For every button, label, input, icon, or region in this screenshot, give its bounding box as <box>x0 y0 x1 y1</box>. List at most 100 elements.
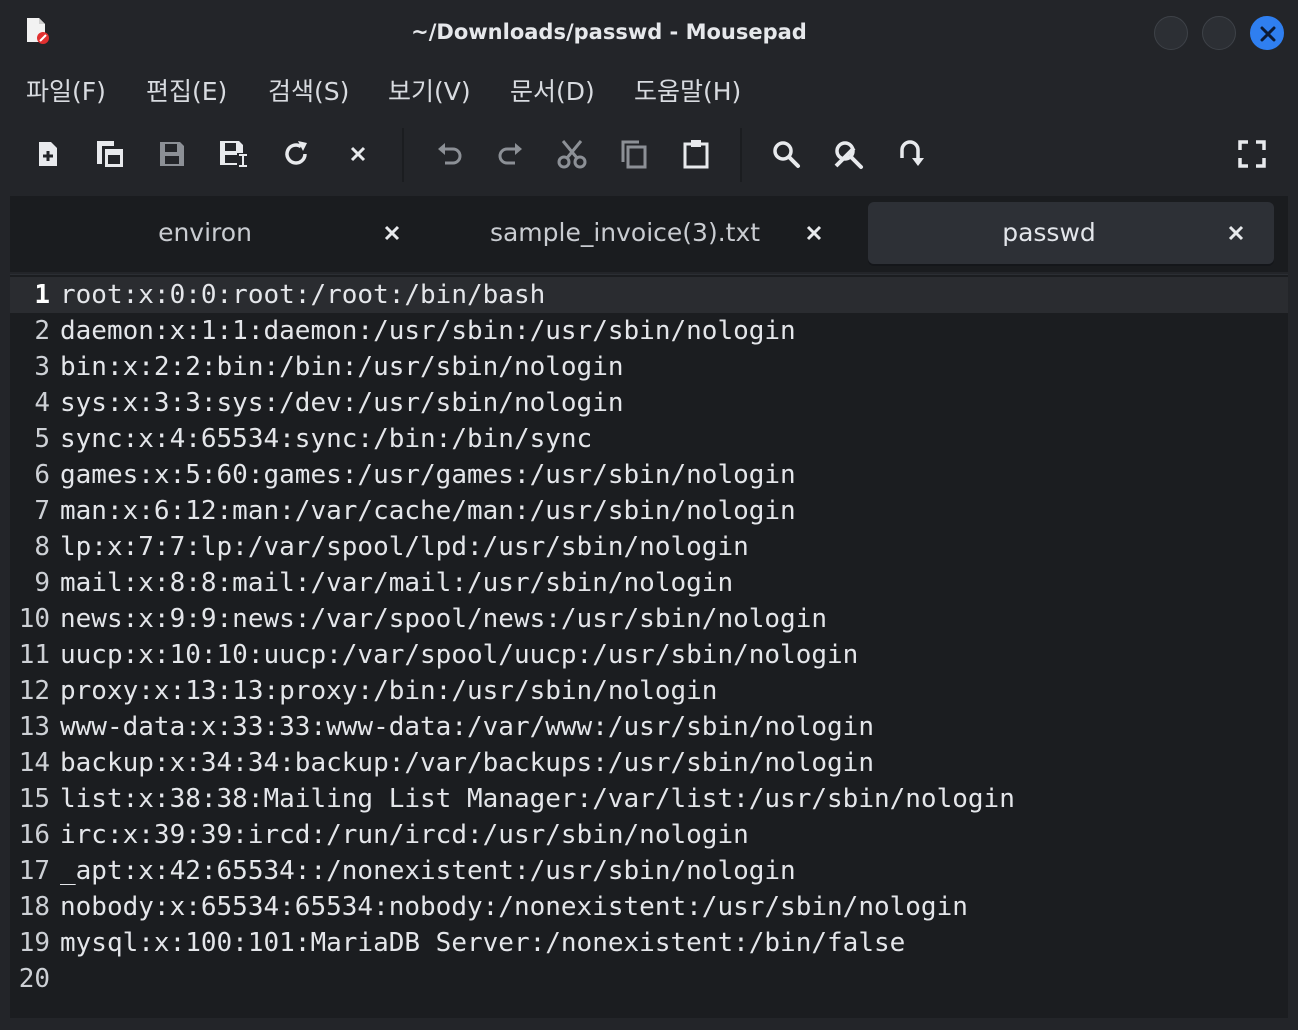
line-number: 10 <box>18 604 50 634</box>
redo-button[interactable] <box>492 136 528 172</box>
go-to-line-button[interactable] <box>892 136 928 172</box>
line-number: 18 <box>18 892 50 922</box>
tab-close-icon[interactable] <box>804 223 824 243</box>
new-document-button[interactable] <box>30 136 66 172</box>
new-window-button[interactable] <box>92 136 128 172</box>
line-number: 15 <box>18 784 50 814</box>
copy-button[interactable] <box>616 136 652 172</box>
redo-icon <box>498 143 522 165</box>
reload-icon <box>285 141 307 165</box>
editor-line[interactable]: 7 man:x:6:12:man:/var/cache/man:/usr/sbin… <box>10 493 1288 529</box>
save-as-button[interactable] <box>216 136 252 172</box>
editor-line[interactable]: 1 root:x:0:0:root:/root:/bin/bash <box>10 277 1288 313</box>
tab-bar: environ sample_invoice(3).txt passwd <box>10 196 1288 272</box>
close-document-button[interactable] <box>340 136 376 172</box>
line-number: 1 <box>34 280 50 310</box>
editor-line[interactable]: 19 mysql:x:100:101:MariaDB Server:/nonexi… <box>10 925 1288 961</box>
line-number: 9 <box>34 568 50 598</box>
line-text: man:x:6:12:man:/var/cache/man:/usr/sbin/… <box>60 496 796 526</box>
tab-close-icon[interactable] <box>1226 223 1246 243</box>
cut-button[interactable] <box>554 136 590 172</box>
line-number: 11 <box>18 640 50 670</box>
mousepad-window: ~/Downloads/passwd - Mousepad 파일(F) 편집(E… <box>0 0 1298 1030</box>
undo-button[interactable] <box>432 136 468 172</box>
menu-help[interactable]: 도움말(H) <box>634 74 741 110</box>
reload-button[interactable] <box>278 136 314 172</box>
editor-line[interactable]: 15 list:x:38:38:Mailing List Manager:/var… <box>10 781 1288 817</box>
editor-line[interactable]: 5 sync:x:4:65534:sync:/bin:/bin/sync <box>10 421 1288 457</box>
editor-line[interactable]: 17 _apt:x:42:65534::/nonexistent:/usr/sbi… <box>10 853 1288 889</box>
line-number: 14 <box>18 748 50 778</box>
line-text: root:x:0:0:root:/root:/bin/bash <box>60 280 546 310</box>
fullscreen-button[interactable] <box>1234 136 1270 172</box>
search-button[interactable] <box>768 136 804 172</box>
cut-icon <box>557 140 587 169</box>
editor-line[interactable]: 14 backup:x:34:34:backup:/var/backups:/us… <box>10 745 1288 781</box>
title-bar[interactable]: ~/Downloads/passwd - Mousepad <box>0 0 1298 64</box>
tab-label: passwd <box>1002 218 1096 247</box>
close-window-button[interactable] <box>1250 16 1284 50</box>
line-number: 20 <box>18 964 50 994</box>
undo-icon <box>438 143 462 165</box>
line-number: 8 <box>34 532 50 562</box>
text-editor[interactable]: 1 root:x:0:0:root:/root:/bin/bash 2 daemon… <box>10 274 1288 1018</box>
toolbar-separator <box>740 128 742 182</box>
find-replace-button[interactable] <box>830 136 866 172</box>
tab-label: environ <box>158 218 252 247</box>
editor-line[interactable]: 16 irc:x:39:39:ircd:/run/ircd:/usr/sbin/n… <box>10 817 1288 853</box>
line-text: mysql:x:100:101:MariaDB Server:/nonexist… <box>60 928 906 958</box>
line-text: bin:x:2:2:bin:/bin:/usr/sbin/nologin <box>60 352 624 382</box>
maximize-button[interactable] <box>1202 16 1236 50</box>
editor-line[interactable]: 12 proxy:x:13:13:proxy:/bin:/usr/sbin/nol… <box>10 673 1288 709</box>
window-title: ~/Downloads/passwd - Mousepad <box>411 20 807 44</box>
line-number: 2 <box>34 316 50 346</box>
paste-icon <box>683 140 709 169</box>
fullscreen-icon <box>1238 140 1266 168</box>
window-bottom-border <box>0 1018 1298 1030</box>
tab-passwd[interactable]: passwd <box>868 202 1274 264</box>
new-document-icon <box>39 142 57 166</box>
line-number: 16 <box>18 820 50 850</box>
tab-close-icon[interactable] <box>382 223 402 243</box>
editor-line[interactable]: 20 <box>10 961 1288 997</box>
new-window-icon <box>97 141 123 167</box>
close-icon <box>1260 26 1276 42</box>
tab-sample-invoice[interactable]: sample_invoice(3).txt <box>430 202 868 264</box>
paste-button[interactable] <box>678 136 714 172</box>
editor-line[interactable]: 18 nobody:x:65534:65534:nobody:/nonexiste… <box>10 889 1288 925</box>
menu-search[interactable]: 검색(S) <box>268 74 349 110</box>
line-number: 19 <box>18 928 50 958</box>
editor-line[interactable]: 3 bin:x:2:2:bin:/bin:/usr/sbin/nologin <box>10 349 1288 385</box>
editor-line[interactable]: 2 daemon:x:1:1:daemon:/usr/sbin:/usr/sbin… <box>10 313 1288 349</box>
menu-bar: 파일(F) 편집(E) 검색(S) 보기(V) 문서(D) 도움말(H) <box>0 66 1298 118</box>
menu-edit[interactable]: 편집(E) <box>146 74 227 110</box>
line-number: 6 <box>34 460 50 490</box>
editor-line[interactable]: 4 sys:x:3:3:sys:/dev:/usr/sbin/nologin <box>10 385 1288 421</box>
line-text: news:x:9:9:news:/var/spool/news:/usr/sbi… <box>60 604 828 634</box>
editor-line[interactable]: 11 uucp:x:10:10:uucp:/var/spool/uucp:/usr… <box>10 637 1288 673</box>
save-button[interactable] <box>154 136 190 172</box>
line-text: backup:x:34:34:backup:/var/backups:/usr/… <box>60 748 874 778</box>
toolbar-separator <box>402 128 404 182</box>
editor-line[interactable]: 10 news:x:9:9:news:/var/spool/news:/usr/s… <box>10 601 1288 637</box>
editor-line[interactable]: 13 www-data:x:33:33:www-data:/var/www:/us… <box>10 709 1288 745</box>
line-text: _apt:x:42:65534::/nonexistent:/usr/sbin/… <box>60 856 796 886</box>
minimize-button[interactable] <box>1154 16 1188 50</box>
menu-view[interactable]: 보기(V) <box>388 74 471 110</box>
menu-document[interactable]: 문서(D) <box>510 74 595 110</box>
menu-file[interactable]: 파일(F) <box>26 74 106 110</box>
editor-line[interactable]: 8 lp:x:7:7:lp:/var/spool/lpd:/usr/sbin/no… <box>10 529 1288 565</box>
line-text: uucp:x:10:10:uucp:/var/spool/uucp:/usr/s… <box>60 640 859 670</box>
editor-line[interactable]: 6 games:x:5:60:games:/usr/games:/usr/sbin… <box>10 457 1288 493</box>
tab-environ[interactable]: environ <box>10 202 430 264</box>
editor-line[interactable]: 9 mail:x:8:8:mail:/var/mail:/usr/sbin/nol… <box>10 565 1288 601</box>
line-number: 12 <box>18 676 50 706</box>
line-number: 4 <box>34 388 50 418</box>
go-to-line-icon <box>900 140 924 166</box>
copy-icon <box>621 140 647 169</box>
close-icon <box>350 146 366 162</box>
save-as-icon <box>220 141 249 168</box>
line-number: 3 <box>34 352 50 382</box>
line-text: lp:x:7:7:lp:/var/spool/lpd:/usr/sbin/nol… <box>60 532 749 562</box>
line-text: sync:x:4:65534:sync:/bin:/bin/sync <box>60 424 593 454</box>
